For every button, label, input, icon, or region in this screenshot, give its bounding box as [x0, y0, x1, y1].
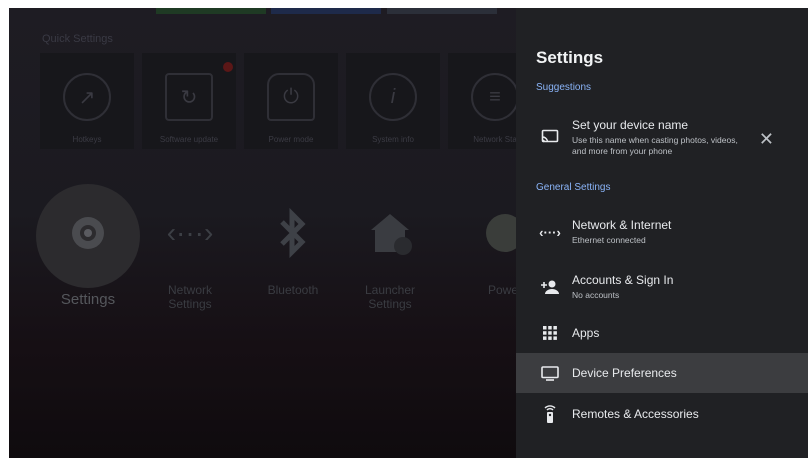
item-device-preferences[interactable]: Device Preferences — [516, 353, 808, 393]
apps-grid-icon — [536, 326, 564, 340]
item-title: Network & Internet — [572, 218, 672, 232]
app-label: Launcher Settings — [364, 283, 416, 311]
cast-icon — [536, 129, 564, 145]
suggestion-subtitle: Use this name when casting photos, video… — [572, 134, 738, 156]
app-label: Bluetooth — [267, 283, 319, 297]
network-icon: ‹···› — [539, 224, 561, 240]
item-subtitle: No accounts — [572, 290, 620, 300]
tile-label: System info — [372, 135, 414, 144]
settings-icon — [42, 203, 134, 263]
suggestions-header: Suggestions — [536, 82, 592, 93]
power-mode-icon: ⏻ — [267, 73, 315, 121]
item-title: Accounts & Sign In — [572, 273, 674, 287]
item-apps[interactable]: Apps — [516, 314, 808, 352]
network-status-icon: ≡ — [471, 73, 519, 121]
tile-label: Software update — [159, 135, 219, 144]
item-title: Remotes & Accessories — [572, 407, 699, 421]
network-icon: ‹···› — [166, 217, 214, 248]
info-icon: i — [369, 73, 417, 121]
tile-label: Hotkeys — [72, 135, 102, 144]
top-row-card — [387, 8, 497, 14]
quick-tile-system-info[interactable]: i System info — [346, 53, 440, 149]
update-badge — [223, 62, 233, 72]
item-accounts-sign-in[interactable]: Accounts & Sign In No accounts — [516, 267, 808, 307]
remote-icon — [536, 404, 564, 424]
general-settings-header: General Settings — [536, 182, 611, 193]
item-title: Apps — [572, 326, 600, 340]
software-update-icon: ↻ — [165, 73, 213, 121]
quick-tile-software-update[interactable]: ↻ Software update — [142, 53, 236, 149]
tile-label: Network Sta — [473, 135, 517, 144]
suggestion-title: Set your device name — [572, 117, 689, 132]
hotkeys-icon: ↗ — [63, 73, 111, 121]
app-launcher-settings[interactable]: Launcher Settings — [349, 203, 431, 311]
item-subtitle: Ethernet connected — [572, 235, 646, 245]
quick-settings-label: Quick Settings — [42, 33, 113, 45]
app-bluetooth[interactable]: Bluetooth — [252, 203, 334, 297]
quick-tile-power-mode[interactable]: ⏻ Power mode — [244, 53, 338, 149]
quick-tile-hotkeys[interactable]: ↗ Hotkeys — [40, 53, 134, 149]
top-row-card — [156, 8, 266, 14]
add-account-icon — [536, 279, 564, 295]
app-network-settings[interactable]: ‹···› Network Settings — [149, 203, 231, 311]
bluetooth-icon — [252, 203, 334, 263]
launcher-settings-icon — [349, 203, 431, 263]
item-title: Device Preferences — [572, 366, 677, 380]
app-settings[interactable]: Settings — [42, 203, 134, 307]
top-row-card — [271, 8, 381, 14]
tile-label: Power mode — [268, 135, 314, 144]
dismiss-suggestion-close-icon[interactable]: ✕ — [759, 129, 774, 150]
item-network-internet[interactable]: ‹···› Network & Internet Ethernet connec… — [516, 212, 808, 252]
item-remotes-accessories[interactable]: Remotes & Accessories — [516, 394, 808, 434]
tv-icon — [536, 365, 564, 381]
panel-title: Settings — [536, 48, 604, 67]
app-label: Settings — [60, 291, 116, 308]
settings-panel: Settings Suggestions Set your device nam… — [516, 8, 808, 458]
app-label: Network Settings — [167, 283, 212, 311]
